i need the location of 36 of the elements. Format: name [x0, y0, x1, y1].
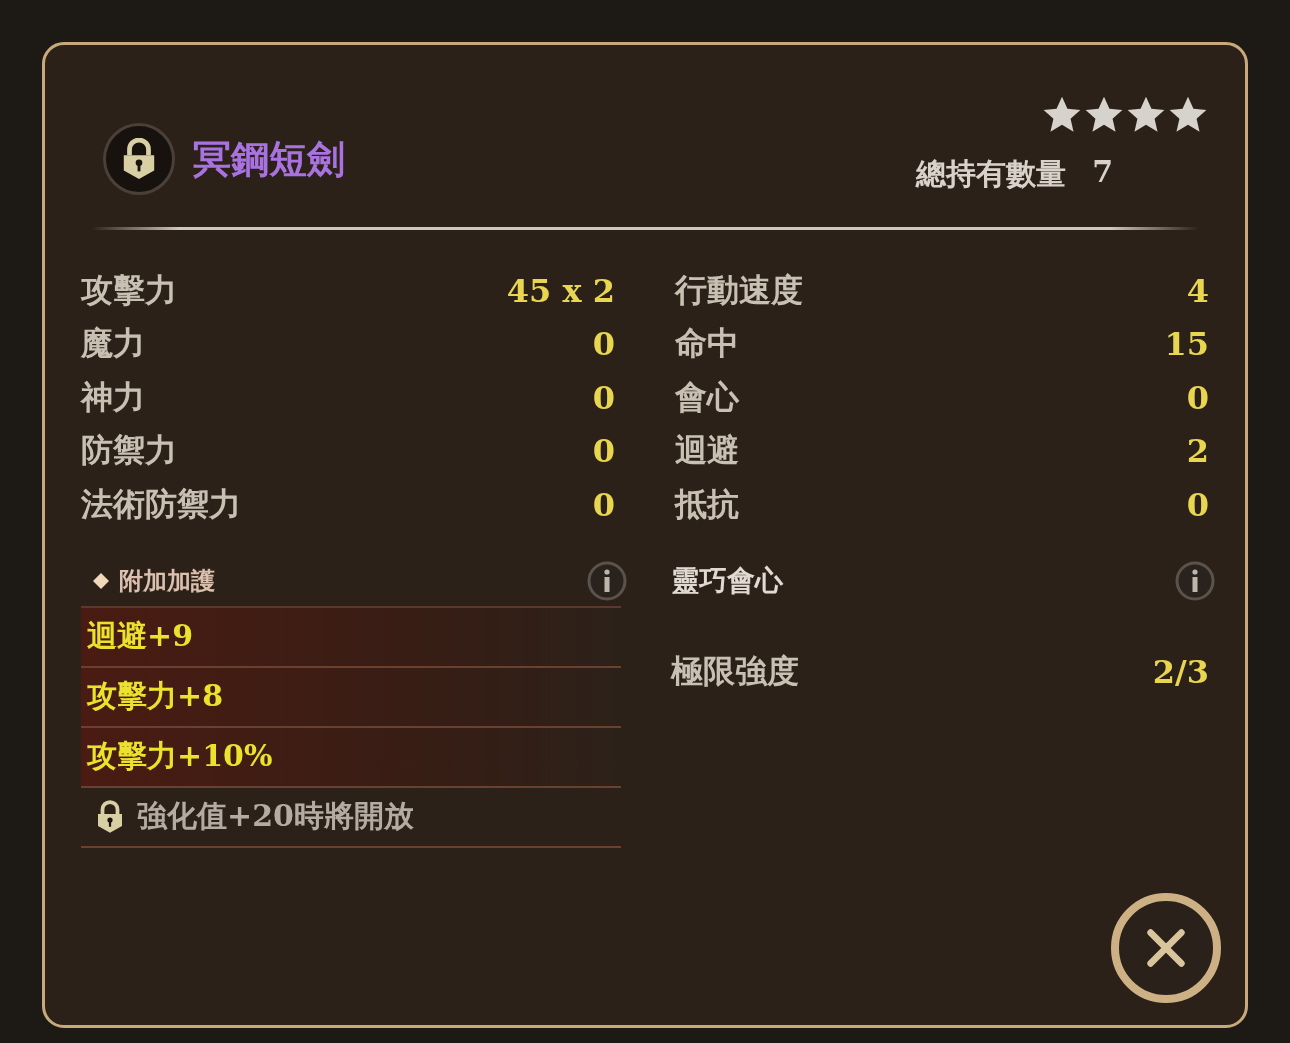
item-name: 冥鋼短劍: [193, 134, 345, 183]
stat-label: 防禦力: [81, 430, 177, 472]
bonus-title: 附加加護: [119, 564, 215, 597]
total-label: 總持有數量: [916, 154, 1067, 193]
skill-name: 靈巧會心: [671, 562, 783, 599]
stat-value: 45 x 2: [506, 271, 615, 310]
bonus-effect: 攻擊力+8: [87, 677, 223, 715]
stat-value: 15: [1164, 325, 1209, 364]
stat-label: 攻擊力: [81, 269, 177, 311]
info-icon[interactable]: [1175, 560, 1215, 601]
stat-value: 0: [592, 485, 615, 524]
bonus-effect: 迴避+9: [87, 617, 193, 655]
stat-value: 0: [592, 325, 615, 364]
stat-value: 0: [592, 432, 615, 471]
limit-value: 2/3: [1152, 653, 1209, 692]
info-icon[interactable]: [587, 560, 627, 601]
stat-value: 0: [1186, 378, 1209, 417]
diamond-icon: [93, 572, 109, 589]
stat-label: 命中: [675, 323, 739, 365]
stat-label: 法術防禦力: [81, 483, 241, 525]
stat-value: 0: [592, 378, 615, 417]
locked-slot-text: 強化值+20時將開放: [137, 797, 414, 835]
total-value: 7: [1092, 153, 1113, 191]
stat-label: 魔力: [81, 323, 145, 365]
stat-value: 4: [1186, 271, 1209, 310]
stat-value: 2: [1186, 432, 1209, 471]
stat-value: 0: [1186, 485, 1209, 524]
stat-label: 迴避: [675, 430, 739, 472]
stat-label: 行動速度: [675, 269, 803, 311]
stat-label: 會心: [675, 376, 739, 418]
stat-label: 神力: [81, 376, 145, 418]
limit-label: 極限強度: [671, 651, 799, 693]
close-icon: [1144, 926, 1188, 970]
lock-icon: [95, 799, 125, 834]
stat-label: 抵抗: [675, 483, 739, 525]
bonus-effect: 攻擊力+10%: [87, 737, 273, 775]
